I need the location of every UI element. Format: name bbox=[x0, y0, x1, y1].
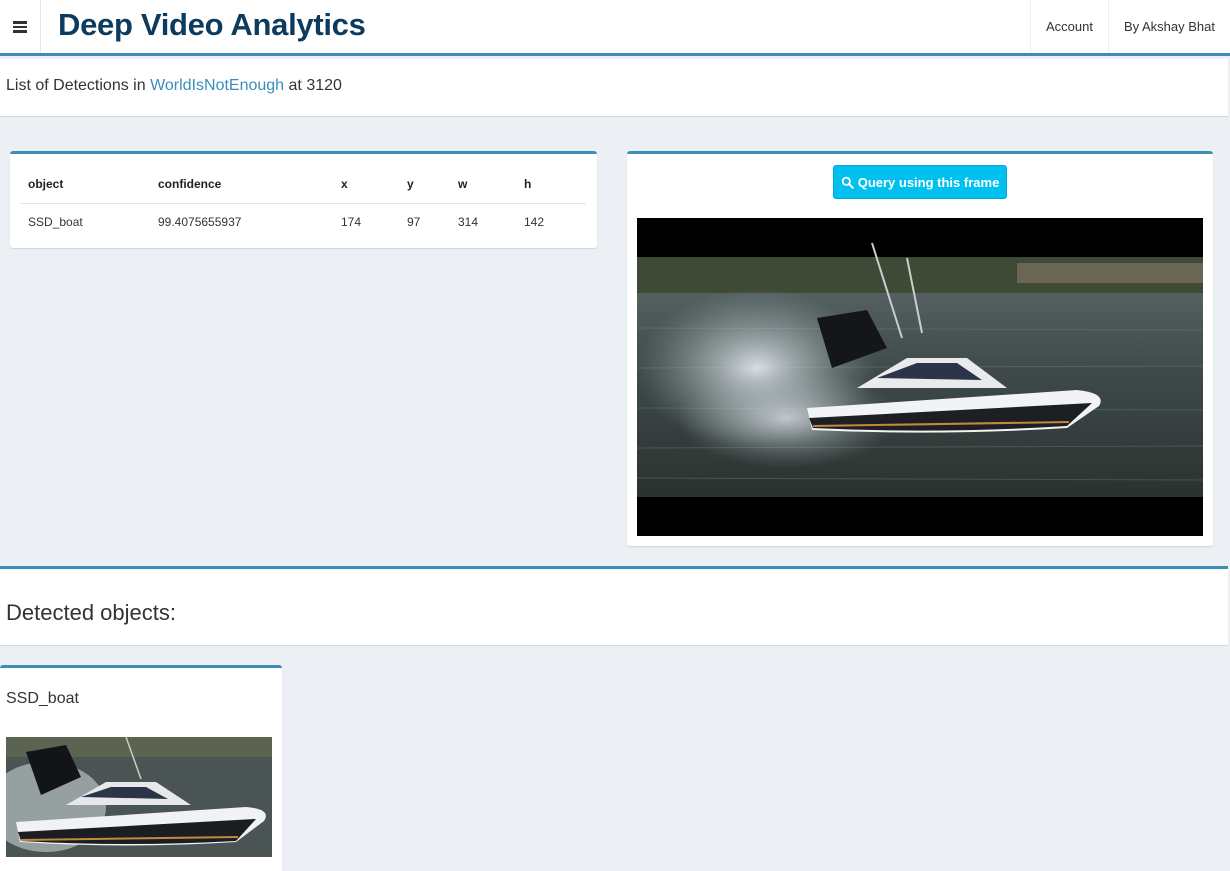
page-title: List of Detections in WorldIsNotEnough a… bbox=[6, 77, 342, 95]
column-header-confidence: confidence bbox=[150, 166, 333, 204]
column-header-y: y bbox=[399, 166, 450, 204]
nav-author-link[interactable]: By Akshay Bhat bbox=[1107, 0, 1230, 53]
query-using-frame-button[interactable]: Query using this frame bbox=[833, 165, 1007, 199]
detections-table-box: object confidence x y w h SSD_boat 99.40… bbox=[10, 151, 597, 248]
hamburger-menu-icon bbox=[13, 20, 27, 33]
page-title-prefix: List of Detections in bbox=[6, 77, 151, 94]
cell-h: 142 bbox=[524, 215, 545, 230]
detected-object-card: SSD_boat bbox=[0, 665, 282, 871]
sidebar-toggle-button[interactable] bbox=[0, 0, 41, 53]
column-header-object: object bbox=[20, 166, 150, 204]
cell-confidence: 99.4075655937 bbox=[158, 215, 242, 230]
column-header-w: w bbox=[450, 166, 516, 204]
detected-objects-title: Detected objects: bbox=[6, 600, 176, 625]
page-title-suffix: at 3120 bbox=[284, 77, 342, 94]
cell-y: 97 bbox=[407, 215, 421, 230]
video-frame-image bbox=[637, 218, 1203, 536]
cell-object: SSD_boat bbox=[28, 215, 83, 230]
detections-table: object confidence x y w h SSD_boat 99.40… bbox=[20, 166, 586, 241]
table-row: SSD_boat 99.4075655937 174 97 314 142 bbox=[20, 203, 586, 241]
video-link[interactable]: WorldIsNotEnough bbox=[150, 77, 284, 94]
content-header: List of Detections in WorldIsNotEnough a… bbox=[0, 59, 1228, 117]
column-header-x: x bbox=[333, 166, 399, 204]
cell-w: 314 bbox=[458, 215, 479, 230]
detected-object-label: SSD_boat bbox=[6, 690, 79, 707]
search-icon bbox=[841, 176, 854, 189]
nav-account-link[interactable]: Account bbox=[1029, 0, 1108, 53]
frame-preview-box: Query using this frame bbox=[627, 151, 1213, 546]
detected-objects-header: Detected objects: bbox=[0, 566, 1228, 646]
column-header-h: h bbox=[516, 166, 586, 204]
query-button-label: Query using this frame bbox=[857, 174, 1000, 190]
app-logo-title[interactable]: Deep Video Analytics bbox=[58, 4, 366, 46]
table-header-row: object confidence x y w h bbox=[20, 166, 586, 204]
top-navbar: Deep Video Analytics Account By Akshay B… bbox=[0, 0, 1230, 56]
cell-x: 174 bbox=[341, 215, 362, 230]
detected-object-crop-image[interactable] bbox=[6, 737, 272, 857]
navbar-right-menu: Account By Akshay Bhat bbox=[1029, 0, 1230, 53]
